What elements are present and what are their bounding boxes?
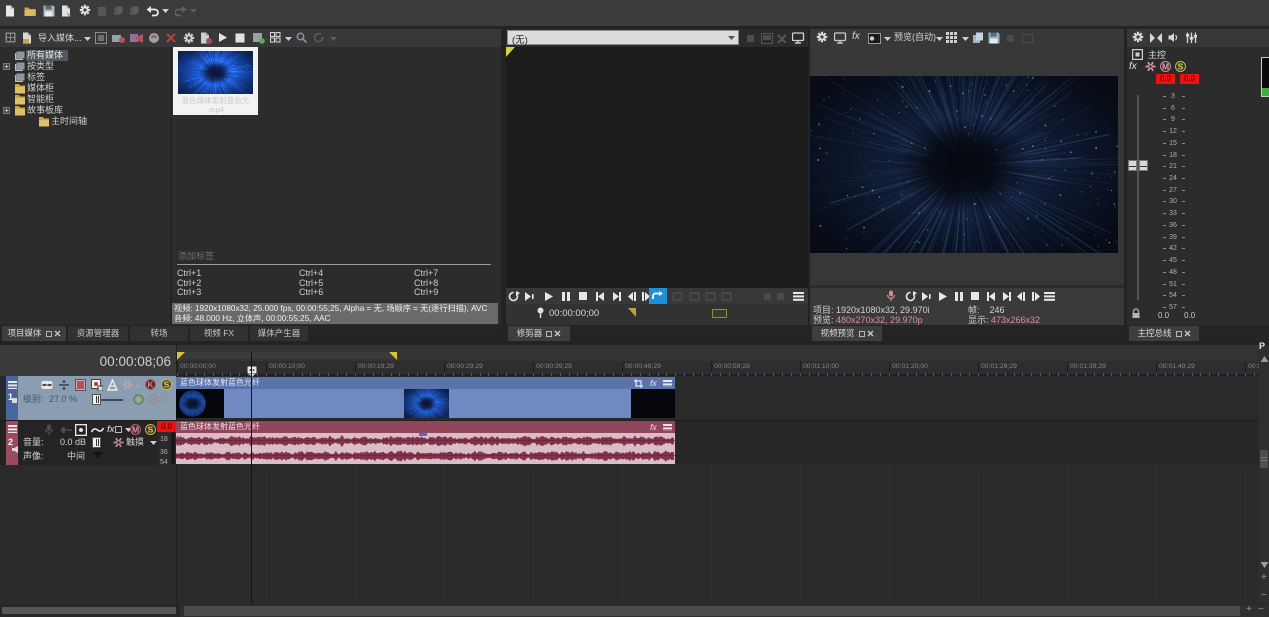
svg-text:K: K <box>147 380 154 390</box>
svg-text:S: S <box>1178 62 1184 72</box>
svg-text:M: M <box>1162 62 1169 72</box>
svg-text:M: M <box>132 425 139 435</box>
svg-text:S: S <box>164 380 170 390</box>
svg-text:S: S <box>148 425 154 435</box>
